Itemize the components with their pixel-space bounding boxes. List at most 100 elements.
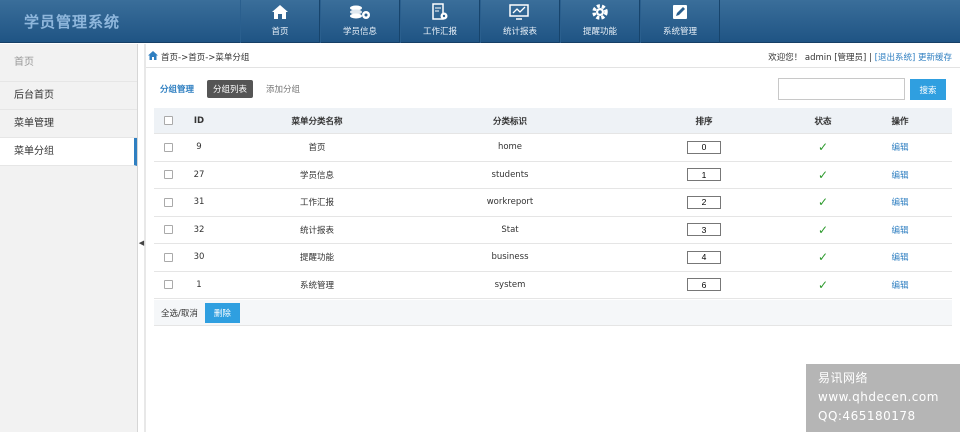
status-check-icon: ✓ bbox=[817, 140, 829, 155]
sidebar-item-menu-manage[interactable]: 菜单管理 bbox=[0, 110, 137, 138]
edit-link[interactable]: 编辑 bbox=[891, 279, 908, 291]
watermark-line: QQ:465180178 bbox=[818, 409, 916, 423]
sort-input[interactable] bbox=[687, 223, 721, 237]
collapse-sidebar-icon[interactable]: ◀ bbox=[138, 237, 145, 249]
status-check-icon: ✓ bbox=[817, 250, 829, 265]
sort-input[interactable] bbox=[687, 168, 721, 182]
tab-group-manage[interactable]: 分组管理 bbox=[160, 83, 194, 95]
sort-input[interactable] bbox=[687, 250, 721, 264]
nav-item-label: 学员信息 bbox=[342, 27, 377, 37]
top-header: 学员管理系统 首页 学员信息 工作汇报 统计报表 提醒功能 系统管理 bbox=[0, 0, 960, 43]
nav-item-label: 首页 bbox=[271, 27, 289, 37]
delete-button[interactable]: 删除 bbox=[204, 302, 240, 323]
row-id: 27 bbox=[193, 169, 205, 180]
search-input[interactable] bbox=[778, 78, 905, 100]
row-name: 学员信息 bbox=[299, 170, 334, 181]
watermark-line: 易讯网络 bbox=[818, 371, 869, 385]
column-header-operation: 操作 bbox=[891, 116, 909, 127]
tab-group-list[interactable]: 分组列表 bbox=[207, 80, 254, 98]
row-flag: system bbox=[494, 279, 526, 290]
breadcrumb: 首页->首页->菜单分组 bbox=[148, 51, 249, 63]
row-checkbox[interactable] bbox=[163, 142, 173, 152]
status-check-icon: ✓ bbox=[817, 195, 829, 210]
nav-item-students[interactable]: 学员信息 bbox=[320, 0, 400, 43]
nav-item-home[interactable]: 首页 bbox=[240, 0, 320, 43]
table-row: 27 学员信息 students ✓ 编辑 bbox=[154, 162, 952, 189]
status-check-icon: ✓ bbox=[817, 167, 829, 182]
row-id: 1 bbox=[196, 279, 202, 290]
nav-item-stats[interactable]: 统计报表 bbox=[480, 0, 560, 43]
status-check-icon: ✓ bbox=[817, 222, 829, 237]
table-row: 9 首页 home ✓ 编辑 bbox=[154, 134, 952, 162]
nav-item-label: 提醒功能 bbox=[582, 27, 617, 37]
content-topbar: 首页->首页->菜单分组 欢迎您！ admin [管理员] | [退出系统] 更… bbox=[146, 44, 960, 68]
column-header-flag: 分类标识 bbox=[492, 116, 527, 127]
row-name: 首页 bbox=[308, 143, 326, 154]
welcome-text: 欢迎您！ admin [管理员] bbox=[768, 53, 867, 63]
row-name: 提醒功能 bbox=[299, 253, 334, 264]
tab-add-group[interactable]: 添加分组 bbox=[266, 83, 300, 95]
select-all-toggle[interactable]: 全选/取消 bbox=[161, 307, 198, 319]
row-checkbox[interactable] bbox=[163, 252, 173, 262]
row-checkbox[interactable] bbox=[163, 170, 173, 180]
table-row: 1 系统管理 system ✓ 编辑 bbox=[154, 272, 952, 299]
column-header-id: ID bbox=[193, 115, 205, 126]
separator: | bbox=[866, 53, 875, 63]
breadcrumb-text: 首页->首页->菜单分组 bbox=[161, 53, 250, 63]
column-header-status: 状态 bbox=[814, 116, 832, 127]
row-checkbox[interactable] bbox=[163, 197, 173, 207]
row-name: 工作汇报 bbox=[299, 198, 334, 209]
app-title: 学员管理系统 bbox=[24, 13, 121, 31]
table-header-row: ID 菜单分类名称 分类标识 排序 状态 操作 bbox=[154, 108, 952, 134]
document-gear-icon bbox=[431, 3, 449, 21]
status-check-icon: ✓ bbox=[817, 277, 829, 292]
home-icon bbox=[148, 51, 158, 63]
sort-input[interactable] bbox=[687, 195, 721, 209]
row-name: 统计报表 bbox=[299, 225, 334, 236]
sidebar-item-home-header[interactable]: 首页 bbox=[0, 44, 137, 82]
nav-item-label: 工作汇报 bbox=[422, 27, 457, 37]
update-cache-link[interactable]: 更新缓存 bbox=[918, 53, 952, 63]
gear-icon bbox=[591, 3, 609, 21]
edit-link[interactable]: 编辑 bbox=[891, 169, 908, 181]
row-flag: business bbox=[491, 252, 529, 263]
edit-link[interactable]: 编辑 bbox=[891, 141, 908, 153]
nav-item-workreport[interactable]: 工作汇报 bbox=[400, 0, 480, 43]
row-name: 系统管理 bbox=[299, 280, 334, 291]
row-checkbox[interactable] bbox=[163, 225, 173, 235]
row-id: 9 bbox=[196, 142, 202, 153]
row-checkbox[interactable] bbox=[163, 280, 173, 290]
row-id: 31 bbox=[193, 197, 205, 208]
row-flag: students bbox=[491, 169, 529, 180]
column-header-sort: 排序 bbox=[695, 116, 713, 127]
sidebar-item-dashboard[interactable]: 后台首页 bbox=[0, 82, 137, 110]
edit-icon bbox=[672, 3, 688, 21]
table-row: 31 工作汇报 workreport ✓ 编辑 bbox=[154, 189, 952, 217]
row-flag: home bbox=[497, 142, 523, 153]
monitor-chart-icon bbox=[509, 3, 531, 21]
watermark-line: www.qhdecen.com bbox=[818, 390, 939, 404]
edit-link[interactable]: 编辑 bbox=[891, 251, 908, 263]
group-table: ID 菜单分类名称 分类标识 排序 状态 操作 9 首页 home ✓ 编辑 2… bbox=[154, 108, 952, 299]
row-flag: Stat bbox=[501, 224, 519, 235]
edit-link[interactable]: 编辑 bbox=[891, 196, 908, 208]
nav-item-reminder[interactable]: 提醒功能 bbox=[560, 0, 640, 43]
home-icon bbox=[271, 3, 289, 21]
column-header-name: 菜单分类名称 bbox=[291, 116, 343, 127]
user-area: 欢迎您！ admin [管理员] | [退出系统] 更新缓存 bbox=[768, 51, 952, 63]
sidebar-item-menu-group[interactable]: 菜单分组 bbox=[0, 138, 137, 166]
select-all-checkbox[interactable] bbox=[163, 116, 173, 125]
sort-input[interactable] bbox=[687, 140, 721, 154]
sidebar: 首页 后台首页 菜单管理 菜单分组 bbox=[0, 44, 138, 432]
nav-item-system[interactable]: 系统管理 bbox=[640, 0, 720, 43]
coins-gear-icon bbox=[349, 3, 371, 21]
sort-input[interactable] bbox=[687, 278, 721, 292]
table-row: 30 提醒功能 business ✓ 编辑 bbox=[154, 244, 952, 272]
edit-link[interactable]: 编辑 bbox=[891, 224, 908, 236]
top-nav: 首页 学员信息 工作汇报 统计报表 提醒功能 系统管理 bbox=[240, 0, 720, 43]
tab-bar: 分组管理 分组列表 添加分组 bbox=[160, 80, 313, 98]
watermark: 易讯网络 www.qhdecen.com QQ:465180178 bbox=[806, 364, 960, 432]
search-button[interactable]: 搜索 bbox=[910, 79, 946, 100]
table-footer: 全选/取消 删除 bbox=[154, 300, 952, 326]
logout-link[interactable]: [退出系统] bbox=[875, 53, 916, 63]
